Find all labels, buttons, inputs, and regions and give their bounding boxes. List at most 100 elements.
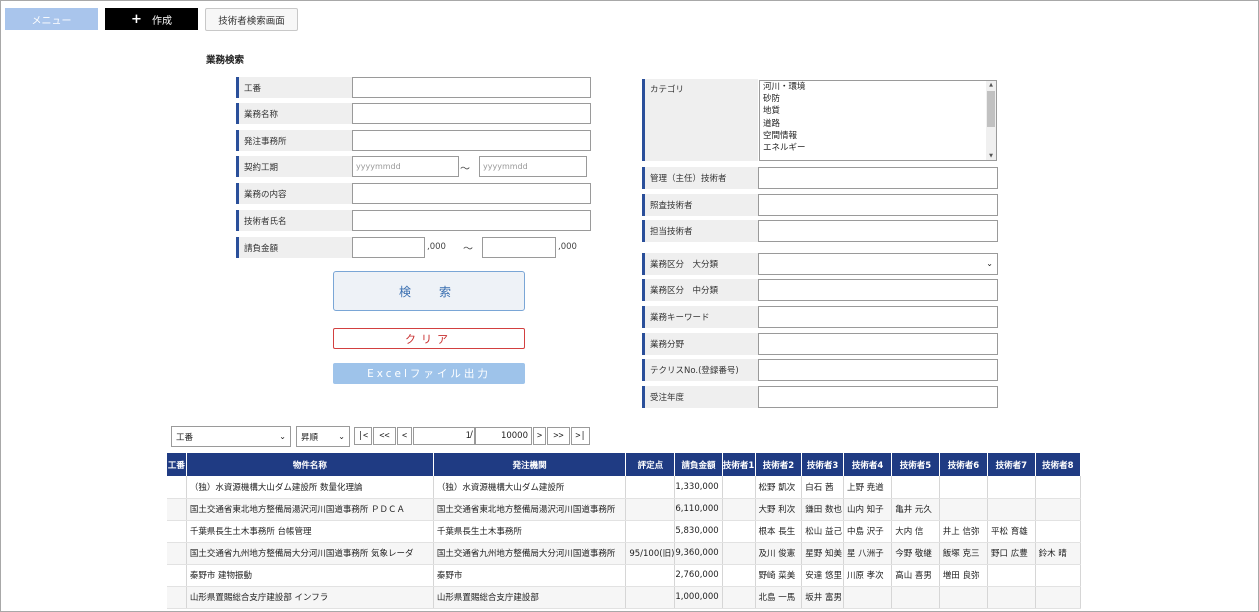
table-cell: 鎌田 数也 — [801, 498, 844, 521]
category-listbox[interactable]: 河川・環境 砂防 地質 道路 空間情報 エネルギー ▲ ▼ — [759, 80, 997, 161]
table-cell: 今野 敬継 — [891, 542, 940, 565]
class-major-select[interactable]: ⌄ — [758, 253, 998, 275]
table-cell — [1035, 498, 1081, 521]
results-table-container: 工番 物件名称 発注機関 評定点 請負金額 技術者1 技術者2 技術者3 技術者4 技術者5 技術者… — [167, 453, 1081, 611]
scroll-up-icon[interactable]: ▲ — [987, 82, 995, 88]
gyomu-content-label: 業務の内容 — [236, 183, 352, 204]
column-header[interactable]: 評定点 — [625, 453, 676, 476]
table-cell — [987, 586, 1036, 609]
techris-no-label: テクリスNo.(登録番号) — [642, 359, 758, 381]
category-option[interactable]: 空間情報 — [760, 130, 996, 142]
class-middle-input[interactable] — [758, 279, 998, 301]
table-cell: 野崎 菜美 — [755, 564, 803, 587]
contract-start-input[interactable]: yyyymmdd — [352, 156, 459, 177]
column-header[interactable]: 技術者2 — [755, 453, 803, 476]
table-cell — [167, 586, 187, 609]
keyword-input[interactable] — [758, 306, 998, 328]
column-header[interactable]: 物件名称 — [186, 453, 434, 476]
table-cell — [1035, 476, 1081, 499]
table-cell — [843, 586, 893, 609]
column-header[interactable]: 工番 — [167, 453, 187, 476]
table-cell: 山形県置賜総合支庁建設部 — [433, 586, 627, 609]
order-year-label: 受注年度 — [642, 386, 758, 408]
contract-end-input[interactable]: yyyymmdd — [479, 156, 587, 177]
class-major-label: 業務区分 大分類 — [642, 253, 758, 275]
order-year-input[interactable] — [758, 386, 998, 408]
current-page-input[interactable]: 1 — [413, 427, 475, 445]
category-option[interactable]: 地質 — [760, 105, 996, 117]
table-cell: 川原 孝次 — [843, 564, 893, 587]
techris-no-input[interactable] — [758, 359, 998, 381]
column-header[interactable]: 技術者6 — [939, 453, 989, 476]
page-slash: / — [470, 430, 473, 440]
table-cell — [722, 498, 756, 521]
table-cell — [939, 476, 989, 499]
chevron-down-icon: ⌄ — [986, 259, 993, 269]
category-options: 河川・環境 砂防 地質 道路 空間情報 エネルギー — [760, 81, 996, 154]
prev-many-button[interactable]: << — [373, 427, 396, 445]
page-title: 業務検索 — [206, 55, 245, 66]
table-cell — [939, 586, 989, 609]
table-cell: 亀井 元久 — [891, 498, 940, 521]
column-header[interactable]: 技術者8 — [1035, 453, 1081, 476]
table-cell: 大野 利次 — [755, 498, 803, 521]
table-row[interactable]: 山形県置賜総合支庁建設部 インフラ 山形県置賜総合支庁建設部 1,000,000 北島… — [167, 586, 1081, 609]
category-option[interactable]: 砂防 — [760, 93, 996, 105]
table-row[interactable]: 国土交通省九州地方整備局大分河川国道事務所 気象レーダ 国土交通省九州地方整備局大… — [167, 542, 1081, 565]
sort-field-select[interactable]: 工番 ⌄ — [171, 426, 291, 447]
next-many-button[interactable]: >> — [547, 427, 570, 445]
table-cell — [625, 586, 676, 609]
first-page-button[interactable]: |< — [354, 427, 372, 445]
manager-engineer-input[interactable] — [758, 167, 998, 189]
category-option[interactable]: 道路 — [760, 118, 996, 130]
scroll-down-icon[interactable]: ▼ — [987, 153, 995, 159]
table-row[interactable]: （独）水資源機構大山ダム建設所 数量化理論 （独）水資源機構大山ダム建設所 1,33… — [167, 476, 1081, 499]
table-cell: 国土交通省九州地方整備局大分河川国道事務所 — [433, 542, 627, 565]
engineer-name-label: 技術者氏名 — [236, 210, 352, 231]
last-page-button[interactable]: >| — [571, 427, 590, 445]
charge-engineer-input[interactable] — [758, 220, 998, 242]
table-row[interactable]: 秦野市 建物振動 秦野市 2,760,000 野崎 菜美 安達 悠里 川原 孝次 高山 喜男… — [167, 564, 1081, 587]
search-button[interactable]: 検 索 — [333, 271, 525, 311]
hacchu-office-input[interactable] — [352, 130, 591, 151]
engineer-name-input[interactable] — [352, 210, 591, 231]
column-header[interactable]: 発注機関 — [433, 453, 627, 476]
table-cell: 大内 信 — [891, 520, 940, 543]
table-cell: 星 八洲子 — [843, 542, 893, 565]
manager-engineer-label: 管理（主任）技術者 — [642, 167, 758, 189]
column-header[interactable]: 技術者4 — [843, 453, 893, 476]
field-input[interactable] — [758, 333, 998, 355]
amount-max-input[interactable] — [482, 237, 556, 258]
column-header[interactable]: 技術者5 — [891, 453, 940, 476]
hacchu-office-label: 発注事務所 — [236, 130, 352, 151]
table-cell: 山内 知子 — [843, 498, 893, 521]
table-row[interactable]: 千葉県長生土木事務所 台帳管理 千葉県長生土木事務所 5,830,000 根本 長生松… — [167, 520, 1081, 543]
chevron-down-icon: ⌄ — [279, 431, 286, 441]
sort-order-select[interactable]: 昇順 ⌄ — [296, 426, 350, 447]
table-cell — [1035, 520, 1081, 543]
column-header[interactable]: 技術者1 — [722, 453, 756, 476]
column-header[interactable]: 技術者3 — [801, 453, 844, 476]
koban-input[interactable] — [352, 77, 591, 98]
column-header[interactable]: 技術者7 — [987, 453, 1036, 476]
engineer-search-screen-button[interactable]: 技術者検索画面 — [205, 8, 298, 31]
category-option[interactable]: エネルギー — [760, 142, 996, 154]
scrollbar-thumb[interactable] — [987, 91, 995, 127]
table-cell: （独）水資源機構大山ダム建設所 — [433, 476, 627, 499]
create-button[interactable]: + 作成 — [105, 8, 198, 30]
amount-min-input[interactable] — [352, 237, 425, 258]
next-page-button[interactable]: > — [533, 427, 546, 445]
table-cell — [722, 476, 756, 499]
excel-export-button[interactable]: Excelファイル出力 — [333, 363, 525, 384]
gyomu-name-input[interactable] — [352, 103, 591, 124]
check-engineer-input[interactable] — [758, 194, 998, 216]
gyomu-content-input[interactable] — [352, 183, 591, 204]
prev-page-button[interactable]: < — [397, 427, 412, 445]
table-cell — [167, 564, 187, 587]
table-header-row: 工番 物件名称 発注機関 評定点 請負金額 技術者1 技術者2 技術者3 技術者4 技術者5 技術者… — [167, 453, 1081, 476]
clear-button[interactable]: クリア — [333, 328, 525, 349]
table-row[interactable]: 国土交通省東北地方整備局湯沢河川国道事務所 ＰＤＣＡ 国土交通省東北地方整備局湯沢… — [167, 498, 1081, 521]
menu-button[interactable]: メニュー — [5, 8, 98, 30]
category-option[interactable]: 河川・環境 — [760, 81, 996, 93]
column-header[interactable]: 請負金額 — [674, 453, 723, 476]
